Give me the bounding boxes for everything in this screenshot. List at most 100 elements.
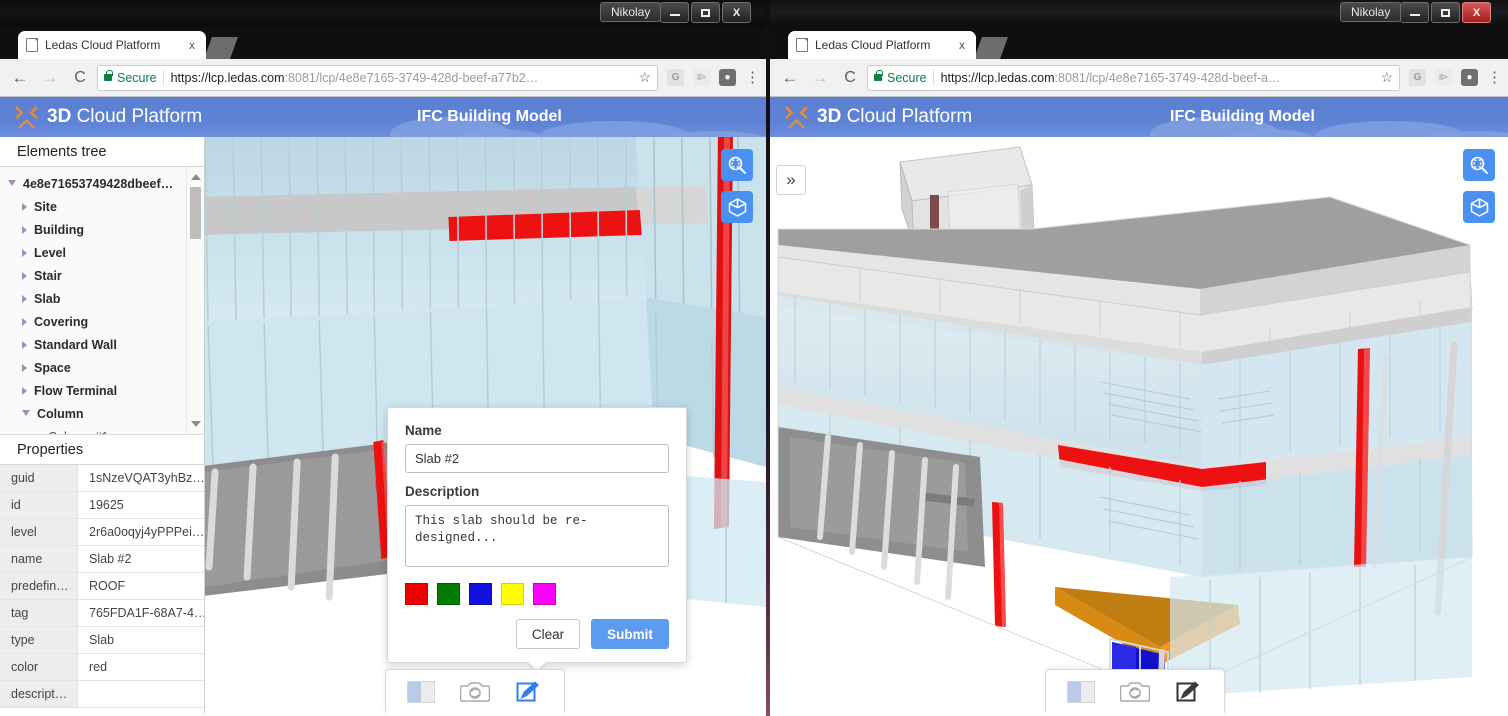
- user-chip-left[interactable]: Nikolay: [600, 2, 662, 22]
- expand-sidebar-button[interactable]: »: [776, 165, 806, 195]
- close-button[interactable]: X: [1462, 2, 1491, 23]
- color-swatch-blue[interactable]: [469, 583, 492, 605]
- property-row[interactable]: color red: [0, 654, 204, 681]
- viewport-left[interactable]: Name Description This slab should be re-…: [205, 137, 766, 713]
- clear-button[interactable]: Clear: [516, 619, 580, 649]
- url-input[interactable]: Secure https://lcp.ledas.com:8081/lcp/4e…: [867, 64, 1400, 91]
- property-row[interactable]: name Slab #2: [0, 546, 204, 573]
- shield-extension-icon[interactable]: ●: [719, 69, 736, 86]
- pdf-extension-icon[interactable]: ⧐: [1435, 69, 1452, 86]
- iso-view-icon[interactable]: [721, 191, 753, 223]
- tree-node[interactable]: Level: [0, 241, 186, 264]
- tree-scrollbar[interactable]: [186, 167, 204, 434]
- color-swatch-green[interactable]: [437, 583, 460, 605]
- tree-node[interactable]: Standard Wall: [0, 333, 186, 356]
- chrome-menu-icon[interactable]: ⋮: [1487, 70, 1502, 85]
- window-titlebar-left[interactable]: Nikolay X: [0, 0, 766, 27]
- viewport-right[interactable]: »: [770, 137, 1508, 713]
- tree-node[interactable]: Covering: [0, 310, 186, 333]
- tree-node[interactable]: Site: [0, 195, 186, 218]
- bookmark-star-icon[interactable]: ☆: [1380, 69, 1393, 86]
- scroll-down-button[interactable]: [187, 416, 204, 432]
- tree-toggle-closed-icon[interactable]: [22, 202, 27, 211]
- property-row[interactable]: descript…: [0, 681, 204, 708]
- grammarly-extension-icon[interactable]: G: [1409, 69, 1426, 86]
- window-buttons-left[interactable]: X: [660, 2, 751, 23]
- color-swatch-yellow[interactable]: [501, 583, 524, 605]
- minimize-button[interactable]: [1400, 2, 1429, 23]
- viewport-tools-right[interactable]: [1463, 149, 1495, 233]
- scroll-up-button[interactable]: [187, 169, 204, 185]
- property-row[interactable]: predefin… ROOF: [0, 573, 204, 600]
- tree-toggle-closed-icon[interactable]: [22, 340, 27, 349]
- browser-tab[interactable]: Ledas Cloud Platform x: [788, 31, 976, 59]
- tree-toggle-closed-icon[interactable]: [22, 386, 27, 395]
- browser-tab[interactable]: Ledas Cloud Platform x: [18, 31, 206, 59]
- split-view-icon[interactable]: [406, 679, 436, 705]
- tabstrip-left[interactable]: Ledas Cloud Platform x: [0, 27, 766, 59]
- property-row[interactable]: level 2r6a0oqyj4yPPPei…: [0, 519, 204, 546]
- tree-node[interactable]: Column #1: [0, 425, 186, 435]
- shield-extension-icon[interactable]: ●: [1461, 69, 1478, 86]
- tree-node[interactable]: 4e8e71653749428dbeef…: [0, 172, 186, 195]
- annotate-pencil-icon[interactable]: [514, 679, 544, 705]
- tree-node[interactable]: Building: [0, 218, 186, 241]
- 3d-model-full[interactable]: [770, 137, 1508, 713]
- bookmark-star-icon[interactable]: ☆: [638, 69, 651, 86]
- browser-window-right[interactable]: Nikolay X Ledas Cloud Platform x ← → C S…: [770, 0, 1508, 716]
- camera-icon[interactable]: [460, 679, 490, 705]
- viewport-bottom-toolbar-right[interactable]: [1045, 669, 1225, 713]
- tree-node[interactable]: Slab: [0, 287, 186, 310]
- reload-button[interactable]: C: [837, 65, 863, 91]
- submit-button[interactable]: Submit: [591, 619, 669, 649]
- back-button[interactable]: ←: [777, 65, 803, 91]
- window-buttons-right[interactable]: X: [1400, 2, 1491, 23]
- viewport-tools-left[interactable]: [721, 149, 753, 233]
- omnibox-bar-right[interactable]: ← → C Secure https://lcp.ledas.com:8081/…: [770, 59, 1508, 97]
- iso-view-icon[interactable]: [1463, 191, 1495, 223]
- tree-node[interactable]: Stair: [0, 264, 186, 287]
- back-button[interactable]: ←: [7, 65, 33, 91]
- minimize-button[interactable]: [660, 2, 689, 23]
- property-row[interactable]: id 19625: [0, 492, 204, 519]
- viewport-bottom-toolbar-left[interactable]: [385, 669, 565, 713]
- tree-toggle-closed-icon[interactable]: [22, 271, 27, 280]
- annotate-pencil-icon[interactable]: [1174, 679, 1204, 705]
- window-titlebar-right[interactable]: Nikolay X: [770, 0, 1508, 27]
- tab-close-icon[interactable]: x: [186, 38, 198, 52]
- tree-toggle-open-icon[interactable]: [8, 179, 16, 186]
- color-swatches[interactable]: [405, 583, 669, 605]
- tree-toggle-open-icon[interactable]: [22, 409, 30, 416]
- tree-toggle-closed-icon[interactable]: [22, 225, 27, 234]
- annotation-popup[interactable]: Name Description This slab should be re-…: [387, 407, 687, 663]
- zoom-to-fit-icon[interactable]: [1463, 149, 1495, 181]
- pdf-extension-icon[interactable]: ⧐: [693, 69, 710, 86]
- tree-toggle-closed-icon[interactable]: [22, 363, 27, 372]
- zoom-to-fit-icon[interactable]: [721, 149, 753, 181]
- grammarly-extension-icon[interactable]: G: [667, 69, 684, 86]
- split-view-icon[interactable]: [1066, 679, 1096, 705]
- camera-icon[interactable]: [1120, 679, 1150, 705]
- chrome-menu-icon[interactable]: ⋮: [745, 70, 760, 85]
- user-chip-right[interactable]: Nikolay: [1340, 2, 1402, 22]
- property-row[interactable]: tag 765FDA1F-68A7-4…: [0, 600, 204, 627]
- tree-node[interactable]: Space: [0, 356, 186, 379]
- omnibox-bar-left[interactable]: ← → C Secure https://lcp.ledas.com:8081/…: [0, 59, 766, 97]
- color-swatch-red[interactable]: [405, 583, 428, 605]
- elements-tree[interactable]: 4e8e71653749428dbeef… Site Building Level St…: [0, 167, 186, 434]
- tree-toggle-closed-icon[interactable]: [22, 317, 27, 326]
- maximize-button[interactable]: [1431, 2, 1460, 23]
- color-swatch-magenta[interactable]: [533, 583, 556, 605]
- reload-button[interactable]: C: [67, 65, 93, 91]
- tab-close-icon[interactable]: x: [956, 38, 968, 52]
- scrollbar-thumb[interactable]: [190, 187, 201, 239]
- tree-toggle-closed-icon[interactable]: [22, 294, 27, 303]
- tree-toggle-closed-icon[interactable]: [22, 248, 27, 257]
- browser-window-left[interactable]: Nikolay X Ledas Cloud Platform x ← → C S…: [0, 0, 766, 716]
- name-input[interactable]: [405, 444, 669, 473]
- url-input[interactable]: Secure https://lcp.ledas.com:8081/lcp/4e…: [97, 64, 658, 91]
- tree-node[interactable]: Flow Terminal: [0, 379, 186, 402]
- maximize-button[interactable]: [691, 2, 720, 23]
- property-row[interactable]: guid 1sNzeVQAT3yhBz…: [0, 465, 204, 492]
- description-textarea[interactable]: This slab should be re-designed...: [405, 505, 669, 567]
